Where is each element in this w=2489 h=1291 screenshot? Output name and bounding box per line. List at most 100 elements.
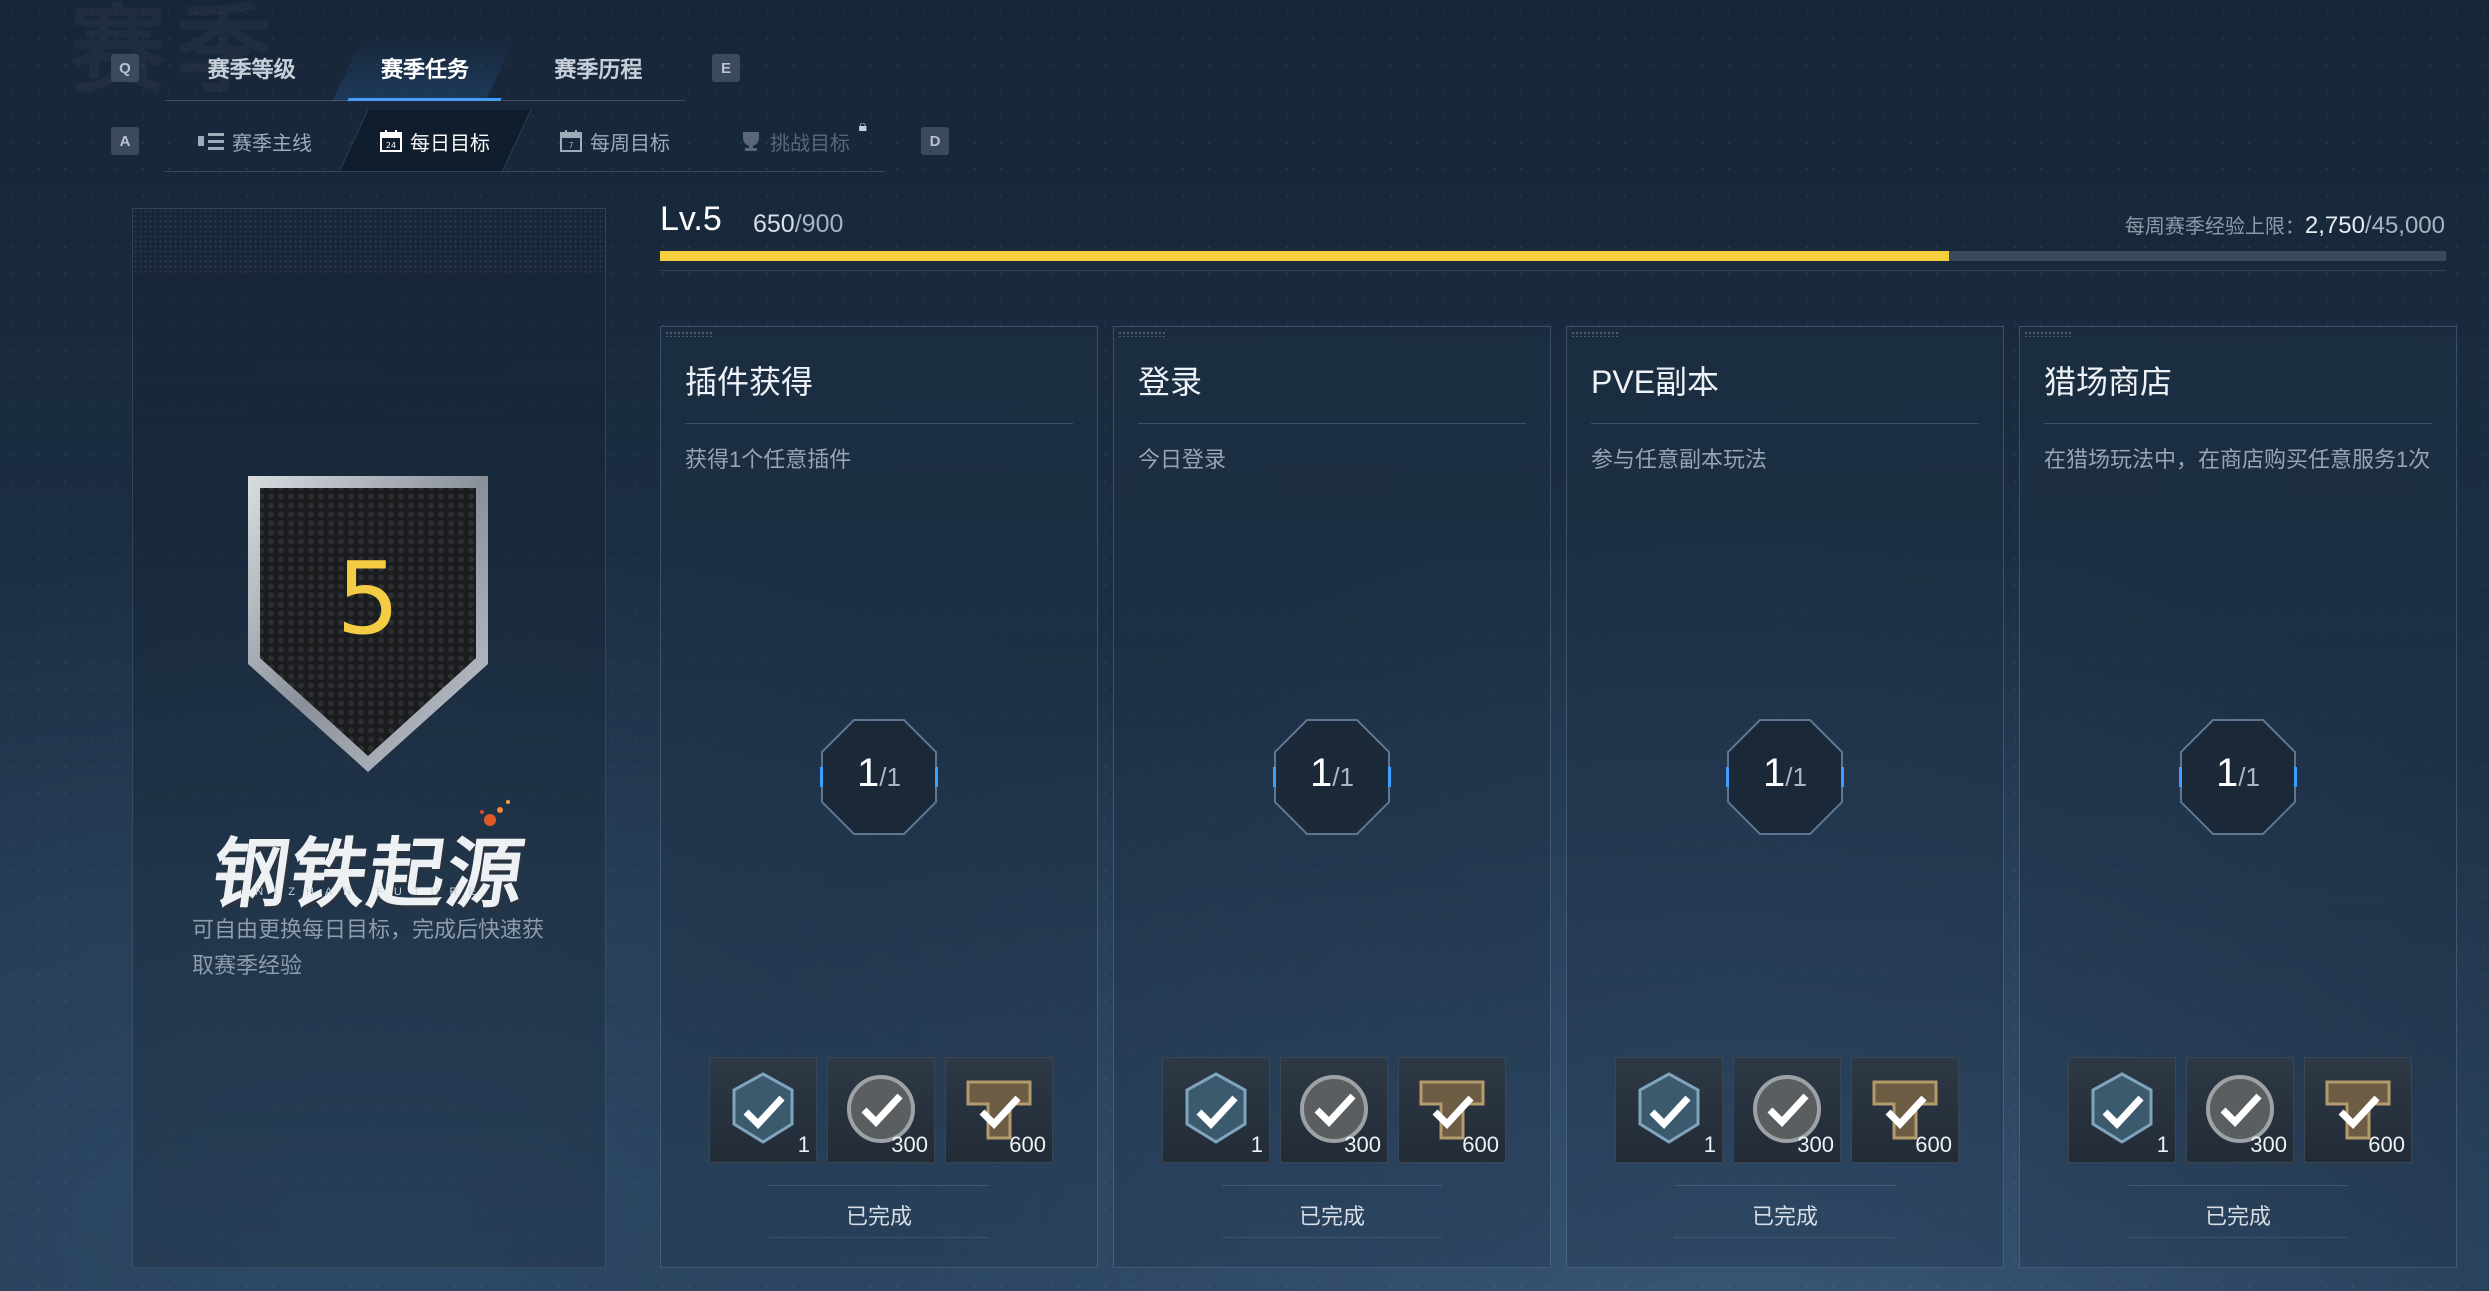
tab-label: 赛季等级 bbox=[207, 57, 296, 82]
prev-tab-key-hint[interactable]: Q bbox=[111, 54, 139, 82]
divider bbox=[1222, 1237, 1442, 1238]
subtab-challenge-goals[interactable]: 挑战目标 🔒︎ bbox=[705, 110, 885, 172]
reward-slot[interactable]: 1 bbox=[2068, 1057, 2176, 1163]
card-corner-pattern bbox=[665, 331, 713, 337]
progress-current: 1 bbox=[857, 751, 880, 795]
divider bbox=[769, 1185, 989, 1186]
reward-slot[interactable]: 600 bbox=[1851, 1057, 1959, 1163]
reward-count: 600 bbox=[1009, 1132, 1046, 1157]
lock-icon: 🔒︎ bbox=[858, 118, 867, 135]
list-icon bbox=[198, 133, 224, 150]
divider bbox=[1675, 1237, 1895, 1238]
task-progress: 1/1 bbox=[1272, 751, 1392, 796]
reward-list: 1 300 600 bbox=[2068, 1057, 2412, 1163]
task-description: 获得1个任意插件 bbox=[685, 447, 852, 472]
sub-tab-bar: 赛季主线 24 每日目标 7 每周目标 挑战目标 🔒︎ bbox=[165, 110, 885, 172]
task-status: 已完成 bbox=[845, 1204, 912, 1229]
tab-label: 赛季历程 bbox=[554, 57, 643, 82]
reward-count: 600 bbox=[2368, 1132, 2405, 1157]
reward-slot[interactable]: 1 bbox=[1162, 1057, 1270, 1163]
task-description: 今日登录 bbox=[1138, 447, 1227, 472]
progress-current: 1 bbox=[1763, 751, 1786, 795]
reward-slot[interactable]: 300 bbox=[1280, 1057, 1388, 1163]
task-progress: 1/1 bbox=[819, 751, 939, 796]
progress-total: /1 bbox=[1332, 762, 1354, 792]
trophy-icon bbox=[743, 132, 759, 151]
season-logo-subtitle: NIZHAN FUTURE bbox=[255, 886, 487, 898]
subtab-season-main[interactable]: 赛季主线 bbox=[165, 110, 345, 172]
task-status: 已完成 bbox=[2204, 1204, 2271, 1229]
prev-subtab-key-hint[interactable]: A bbox=[111, 127, 139, 155]
subtab-label: 挑战目标 bbox=[770, 132, 850, 155]
progress-total: /1 bbox=[2238, 762, 2260, 792]
reward-count: 1 bbox=[2156, 1132, 2169, 1157]
level-progress-bar bbox=[660, 251, 2446, 261]
tab-label: 赛季任务 bbox=[380, 57, 469, 82]
subtab-weekly-goals[interactable]: 7 每周目标 bbox=[525, 110, 705, 172]
divider bbox=[1222, 1185, 1442, 1186]
reward-slot[interactable]: 600 bbox=[1398, 1057, 1506, 1163]
season-description: 可自由更换每日目标，完成后快速获取赛季经验 bbox=[192, 917, 545, 978]
daily-task-card[interactable]: 登录 今日登录 1/1 1 300 600 已完成 bbox=[1113, 326, 1551, 1268]
tab-season-tasks[interactable]: 赛季任务 bbox=[338, 35, 511, 101]
panel-header-pattern bbox=[133, 209, 605, 275]
divider bbox=[2128, 1185, 2348, 1186]
next-subtab-key-hint[interactable]: D bbox=[921, 127, 949, 155]
reward-slot[interactable]: 600 bbox=[945, 1057, 1053, 1163]
level-exp-readout: 650/900 bbox=[753, 210, 843, 239]
divider bbox=[1591, 423, 1979, 424]
progress-current: 1 bbox=[1310, 751, 1333, 795]
svg-text:7: 7 bbox=[568, 141, 573, 150]
reward-list: 1 300 600 bbox=[1615, 1057, 1959, 1163]
tab-season-level[interactable]: 赛季等级 bbox=[165, 35, 338, 101]
daily-task-card[interactable]: 插件获得 获得1个任意插件 1/1 1 300 600 已完成 bbox=[660, 326, 1098, 1268]
reward-count: 600 bbox=[1462, 1132, 1499, 1157]
divider bbox=[1675, 1185, 1895, 1186]
subtab-label: 赛季主线 bbox=[232, 132, 312, 155]
card-corner-pattern bbox=[1571, 331, 1619, 337]
exp-current: 650 bbox=[753, 210, 795, 238]
reward-count: 600 bbox=[1915, 1132, 1952, 1157]
reward-count: 300 bbox=[891, 1132, 928, 1157]
reward-slot[interactable]: 1 bbox=[709, 1057, 817, 1163]
exp-max: /900 bbox=[794, 210, 844, 238]
season-logo: 钢铁起源 bbox=[206, 829, 532, 918]
reward-slot[interactable]: 600 bbox=[2304, 1057, 2412, 1163]
weekly-cap-max: /45,000 bbox=[2364, 212, 2445, 239]
reward-count: 1 bbox=[797, 1132, 810, 1157]
reward-slot[interactable]: 300 bbox=[827, 1057, 935, 1163]
main-tab-bar: 赛季等级 赛季任务 赛季历程 bbox=[165, 35, 685, 101]
task-title: 插件获得 bbox=[685, 364, 814, 400]
level-progress-fill bbox=[660, 251, 1950, 261]
progress-current: 1 bbox=[2216, 751, 2239, 795]
tab-season-history[interactable]: 赛季历程 bbox=[512, 35, 685, 101]
task-title: PVE副本 bbox=[1591, 364, 1720, 400]
task-title: 猎场商店 bbox=[2044, 364, 2173, 400]
divider bbox=[2128, 1237, 2348, 1238]
divider bbox=[1138, 423, 1526, 424]
reward-count: 300 bbox=[2250, 1132, 2287, 1157]
reward-list: 1 300 600 bbox=[709, 1057, 1053, 1163]
calendar-week-icon: 7 bbox=[560, 130, 582, 152]
next-tab-key-hint[interactable]: E bbox=[712, 54, 740, 82]
task-description: 参与任意副本玩法 bbox=[1591, 447, 1768, 472]
reward-count: 300 bbox=[1344, 1132, 1381, 1157]
weekly-cap-label: 每周赛季经验上限： bbox=[2124, 216, 2305, 238]
svg-text:24: 24 bbox=[386, 141, 396, 150]
reward-count: 300 bbox=[1797, 1132, 1834, 1157]
subtab-daily-goals[interactable]: 24 每日目标 bbox=[345, 110, 525, 172]
progress-total: /1 bbox=[1785, 762, 1807, 792]
task-description: 在猎场玩法中，在商店购买任意服务1次 bbox=[2044, 447, 2431, 472]
divider bbox=[660, 270, 2446, 271]
reward-slot[interactable]: 300 bbox=[2186, 1057, 2294, 1163]
daily-task-card[interactable]: PVE副本 参与任意副本玩法 1/1 1 300 600 已完成 bbox=[1566, 326, 2004, 1268]
reward-slot[interactable]: 1 bbox=[1615, 1057, 1723, 1163]
daily-task-card[interactable]: 猎场商店 在猎场玩法中，在商店购买任意服务1次 1/1 1 300 600 已完… bbox=[2019, 326, 2457, 1268]
task-progress: 1/1 bbox=[1725, 751, 1845, 796]
reward-count: 1 bbox=[1250, 1132, 1263, 1157]
divider bbox=[769, 1237, 989, 1238]
task-title: 登录 bbox=[1138, 364, 1203, 400]
weekly-exp-cap: 每周赛季经验上限：2,750/45,000 bbox=[2125, 210, 2445, 240]
reward-slot[interactable]: 300 bbox=[1733, 1057, 1841, 1163]
season-level-number: 5 bbox=[336, 540, 400, 657]
